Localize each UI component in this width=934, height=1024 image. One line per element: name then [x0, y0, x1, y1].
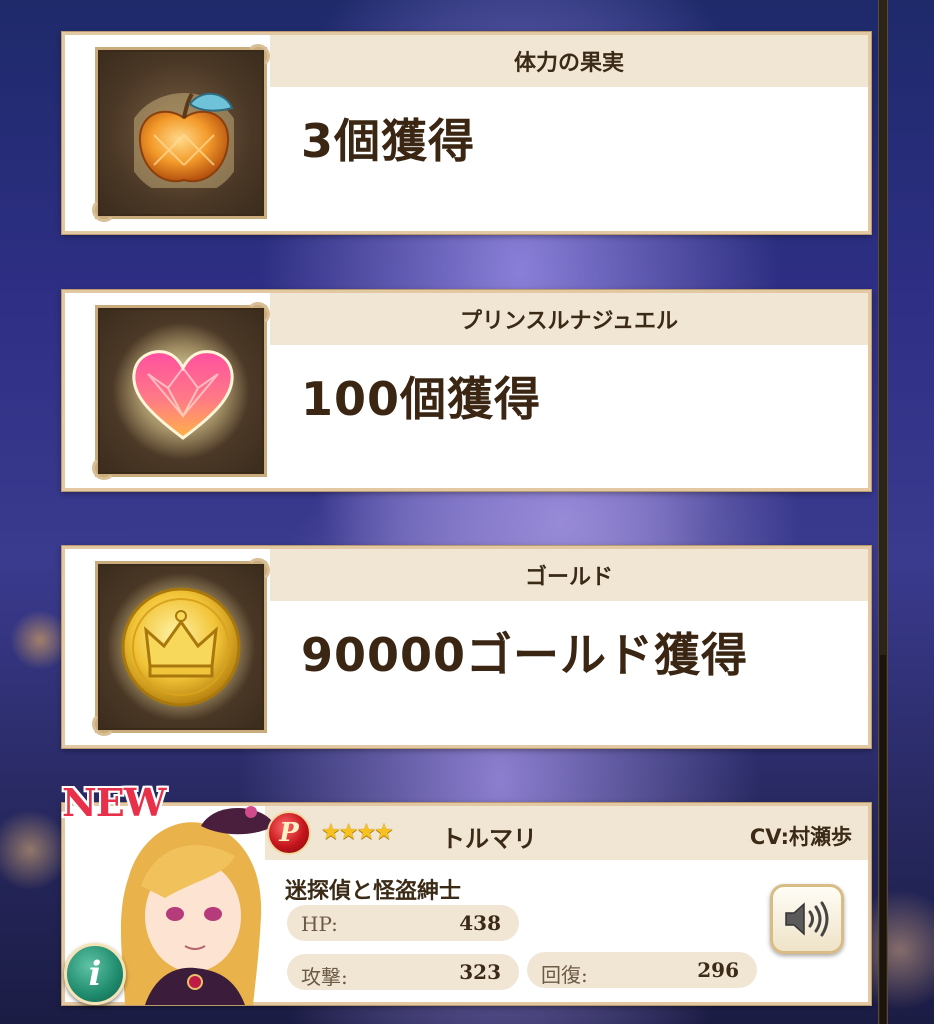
speaker-icon — [785, 901, 829, 937]
reward-card-gold: ゴールド 90000ゴールド獲得 — [62, 546, 871, 748]
stat-recovery-label: 回復: — [541, 963, 588, 987]
stat-hp: HP: 438 — [287, 905, 519, 941]
stat-attack-value: 323 — [459, 960, 501, 984]
voice-actor: CV:村瀬歩 — [749, 825, 852, 849]
reward-result: 90000ゴールド獲得 — [301, 628, 749, 682]
character-card[interactable]: P ★★★★ トルマリ CV:村瀬歩 迷探偵と怪盗紳士 HP: 438 攻撃: … — [62, 803, 871, 1005]
reward-icon-frame — [92, 558, 270, 736]
character-title: 迷探偵と怪盗紳士 — [285, 879, 462, 904]
stat-recovery: 回復: 296 — [527, 952, 757, 988]
reward-result: 100個獲得 — [301, 372, 542, 426]
new-badge: NEW — [62, 780, 166, 825]
heart-jewel-icon — [132, 350, 234, 440]
voice-play-button[interactable] — [770, 884, 844, 954]
scrollbar[interactable] — [878, 0, 888, 1024]
rarity-badge: P — [267, 811, 311, 855]
stat-recovery-value: 296 — [697, 958, 739, 982]
stat-hp-label: HP: — [301, 912, 338, 936]
apple-fruit-icon — [134, 92, 234, 188]
reward-title: プリンスルナジュエル — [270, 293, 868, 345]
reward-title: ゴールド — [270, 549, 868, 601]
reward-result: 3個獲得 — [301, 114, 476, 168]
reward-card-prince-luna-jewel: プリンスルナジュエル 100個獲得 — [62, 290, 871, 491]
reward-icon-frame — [92, 44, 270, 222]
scrollbar-thumb[interactable] — [880, 655, 886, 1024]
stat-attack-label: 攻撃: — [301, 965, 348, 989]
gold-crown-coin-icon — [121, 587, 241, 707]
reward-title: 体力の果実 — [270, 35, 868, 87]
rarity-stars: ★★★★ — [321, 820, 394, 845]
character-name: トルマリ — [441, 825, 537, 853]
reward-card-stamina-fruit: 体力の果実 3個獲得 — [62, 32, 871, 234]
stat-hp-value: 438 — [459, 911, 501, 935]
info-button[interactable]: i — [64, 943, 126, 1005]
reward-icon-frame — [92, 302, 270, 480]
stat-attack: 攻撃: 323 — [287, 954, 519, 990]
character-portrait — [105, 806, 275, 1005]
